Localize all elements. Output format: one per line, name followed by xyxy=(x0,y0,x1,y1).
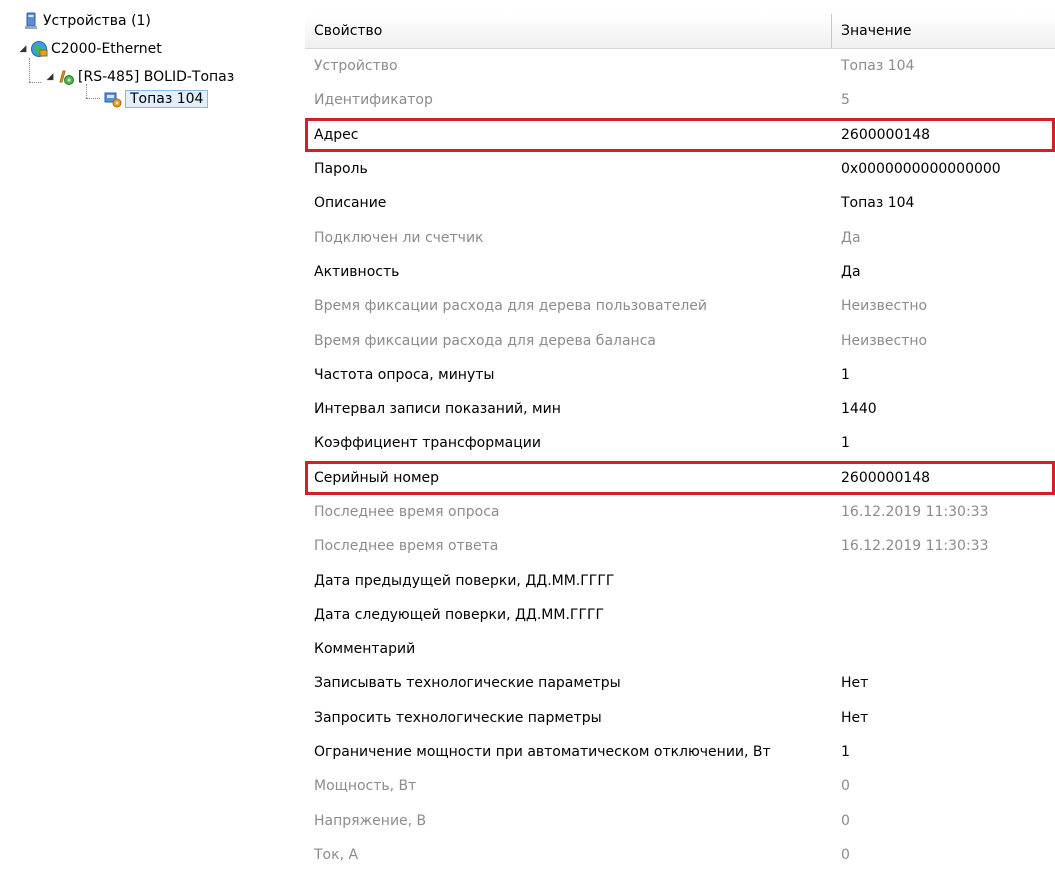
property-name: Дата предыдущей поверки, ДД.ММ.ГГГГ xyxy=(314,572,615,589)
property-row[interactable]: Последнее время ответа 16.12.2019 11:30:3… xyxy=(305,529,1055,563)
property-value[interactable]: 1 xyxy=(832,744,1055,760)
property-name: Запросить технологические парметры xyxy=(314,709,602,726)
rs485-interface-icon xyxy=(57,68,75,86)
tree-node-label: [RS-485] BOLID-Топаз xyxy=(78,69,235,85)
property-row[interactable]: Устройство Топаз 104 xyxy=(305,49,1055,83)
collapse-triangle-icon[interactable]: ◢ xyxy=(45,72,55,82)
property-name: Ток, А xyxy=(314,846,359,863)
tree-node-c2000-ethernet[interactable]: ◢ C2000-Ethernet xyxy=(18,38,162,60)
property-row[interactable]: Ток, А 0 xyxy=(305,838,1055,872)
property-value: 0 xyxy=(841,846,850,863)
property-value[interactable]: 2600000148 xyxy=(832,470,1055,486)
property-value[interactable]: 1 xyxy=(832,435,1055,451)
property-row[interactable]: Активность Да xyxy=(305,255,1055,289)
property-name: Частота опроса, минуты xyxy=(314,366,495,383)
column-header-property[interactable]: Свойство xyxy=(305,14,832,48)
property-value[interactable]: Нет xyxy=(832,675,1055,691)
device-tree: Устройства (1) ◢ C2000-Ethernet ◢ [RS-48… xyxy=(0,0,300,859)
property-name: Активность xyxy=(314,263,400,280)
property-name: Серийный номер xyxy=(314,469,440,486)
collapse-triangle-icon[interactable]: ◢ xyxy=(18,44,28,54)
property-row[interactable]: Подключен ли счетчик Да xyxy=(305,220,1055,254)
property-row[interactable]: Пароль 0x0000000000000000 xyxy=(305,152,1055,186)
property-row[interactable]: Идентификатор 5 xyxy=(305,83,1055,117)
property-value: 0 xyxy=(841,812,850,829)
tree-connector xyxy=(86,98,100,99)
property-name: Коэффициент трансформации xyxy=(314,435,541,452)
property-value: 5 xyxy=(841,92,850,109)
tree-node-label: Топаз 104 xyxy=(125,90,209,108)
property-row[interactable]: Запросить технологические парметры Нет xyxy=(305,701,1055,735)
grid-rows: Устройство Топаз 104 Идентификатор 5 Адрес 26… xyxy=(305,49,1055,872)
property-value[interactable]: 2600000148 xyxy=(832,127,1055,143)
property-value[interactable]: Да xyxy=(832,264,1055,280)
property-row[interactable]: Записывать технологические параметры Нет xyxy=(305,666,1055,700)
property-value: 16.12.2019 11:30:33 xyxy=(841,538,989,555)
property-row[interactable]: Серийный номер 2600000148 xyxy=(305,460,1055,495)
property-name: Ограничение мощности при автоматическом … xyxy=(314,744,771,761)
network-globe-icon xyxy=(30,40,48,58)
property-row[interactable]: Интервал записи показаний, мин 1440 xyxy=(305,392,1055,426)
property-value[interactable]: 0x0000000000000000 xyxy=(832,161,1055,177)
property-value[interactable]: 1 xyxy=(832,367,1055,383)
tree-node-rs485-bolid-topaz[interactable]: ◢ [RS-485] BOLID-Топаз xyxy=(45,66,234,88)
property-value: 16.12.2019 11:30:33 xyxy=(841,504,989,520)
property-name: Время фиксации расхода для дерева пользо… xyxy=(314,298,707,315)
property-name: Записывать технологические параметры xyxy=(314,675,621,692)
property-value: Неизвестно xyxy=(841,332,928,349)
property-name: Время фиксации расхода для дерева баланс… xyxy=(314,332,656,349)
property-name: Последнее время опроса xyxy=(314,504,500,520)
property-name: Дата следующей поверки, ДД.ММ.ГГГГ xyxy=(314,606,605,623)
property-name: Описание xyxy=(314,195,387,212)
property-value[interactable]: Нет xyxy=(832,710,1055,726)
property-name: Подключен ли счетчик xyxy=(314,229,484,246)
property-row[interactable]: Коэффициент трансформации 1 xyxy=(305,426,1055,460)
property-value[interactable]: Топаз 104 xyxy=(832,195,1055,211)
property-value: Топаз 104 xyxy=(841,58,915,75)
property-value: Да xyxy=(841,229,861,246)
tree-node-label: C2000-Ethernet xyxy=(51,41,162,57)
property-name: Идентификатор xyxy=(314,92,433,109)
property-row[interactable]: Ограничение мощности при автоматическом … xyxy=(305,735,1055,769)
property-grid: Свойство Значение Устройство Топаз 104 Иде… xyxy=(305,14,1055,872)
property-row[interactable]: Последнее время опроса 16.12.2019 11:30:3… xyxy=(305,495,1055,529)
property-row[interactable]: Частота опроса, минуты 1 xyxy=(305,358,1055,392)
property-row[interactable]: Дата следующей поверки, ДД.ММ.ГГГГ xyxy=(305,598,1055,632)
tree-connector xyxy=(29,82,41,83)
property-name: Адрес xyxy=(314,126,359,143)
grid-header: Свойство Значение xyxy=(305,14,1055,49)
property-value: Неизвестно xyxy=(841,298,928,315)
property-name: Напряжение, В xyxy=(314,812,427,829)
property-row[interactable]: Время фиксации расхода для дерева пользо… xyxy=(305,289,1055,323)
property-value: 0 xyxy=(841,778,850,795)
property-row[interactable]: Мощность, Вт 0 xyxy=(305,769,1055,803)
tree-connector xyxy=(29,58,30,82)
property-name: Комментарий xyxy=(314,641,416,658)
tree-root-devices[interactable]: Устройства (1) xyxy=(22,10,151,32)
property-name: Мощность, Вт xyxy=(314,778,417,795)
property-name: Пароль xyxy=(314,161,368,178)
property-value[interactable]: 1440 xyxy=(832,401,1055,417)
tree-root-label: Устройства (1) xyxy=(43,13,151,29)
property-row[interactable]: Дата предыдущей поверки, ДД.ММ.ГГГГ xyxy=(305,563,1055,597)
property-row[interactable]: Комментарий xyxy=(305,632,1055,666)
property-row[interactable]: Описание Топаз 104 xyxy=(305,186,1055,220)
property-name: Интервал записи показаний, мин xyxy=(314,401,561,418)
column-header-value[interactable]: Значение xyxy=(832,14,1055,48)
property-row[interactable]: Адрес 2600000148 xyxy=(305,117,1055,152)
property-name: Устройство xyxy=(314,58,398,75)
property-name: Последнее время ответа xyxy=(314,538,499,555)
property-row[interactable]: Время фиксации расхода для дерева баланс… xyxy=(305,323,1055,357)
meter-device-icon xyxy=(104,90,122,108)
devices-icon xyxy=(22,12,40,30)
property-row[interactable]: Напряжение, В 0 xyxy=(305,804,1055,838)
tree-node-topaz-104[interactable]: Топаз 104 xyxy=(104,88,209,110)
